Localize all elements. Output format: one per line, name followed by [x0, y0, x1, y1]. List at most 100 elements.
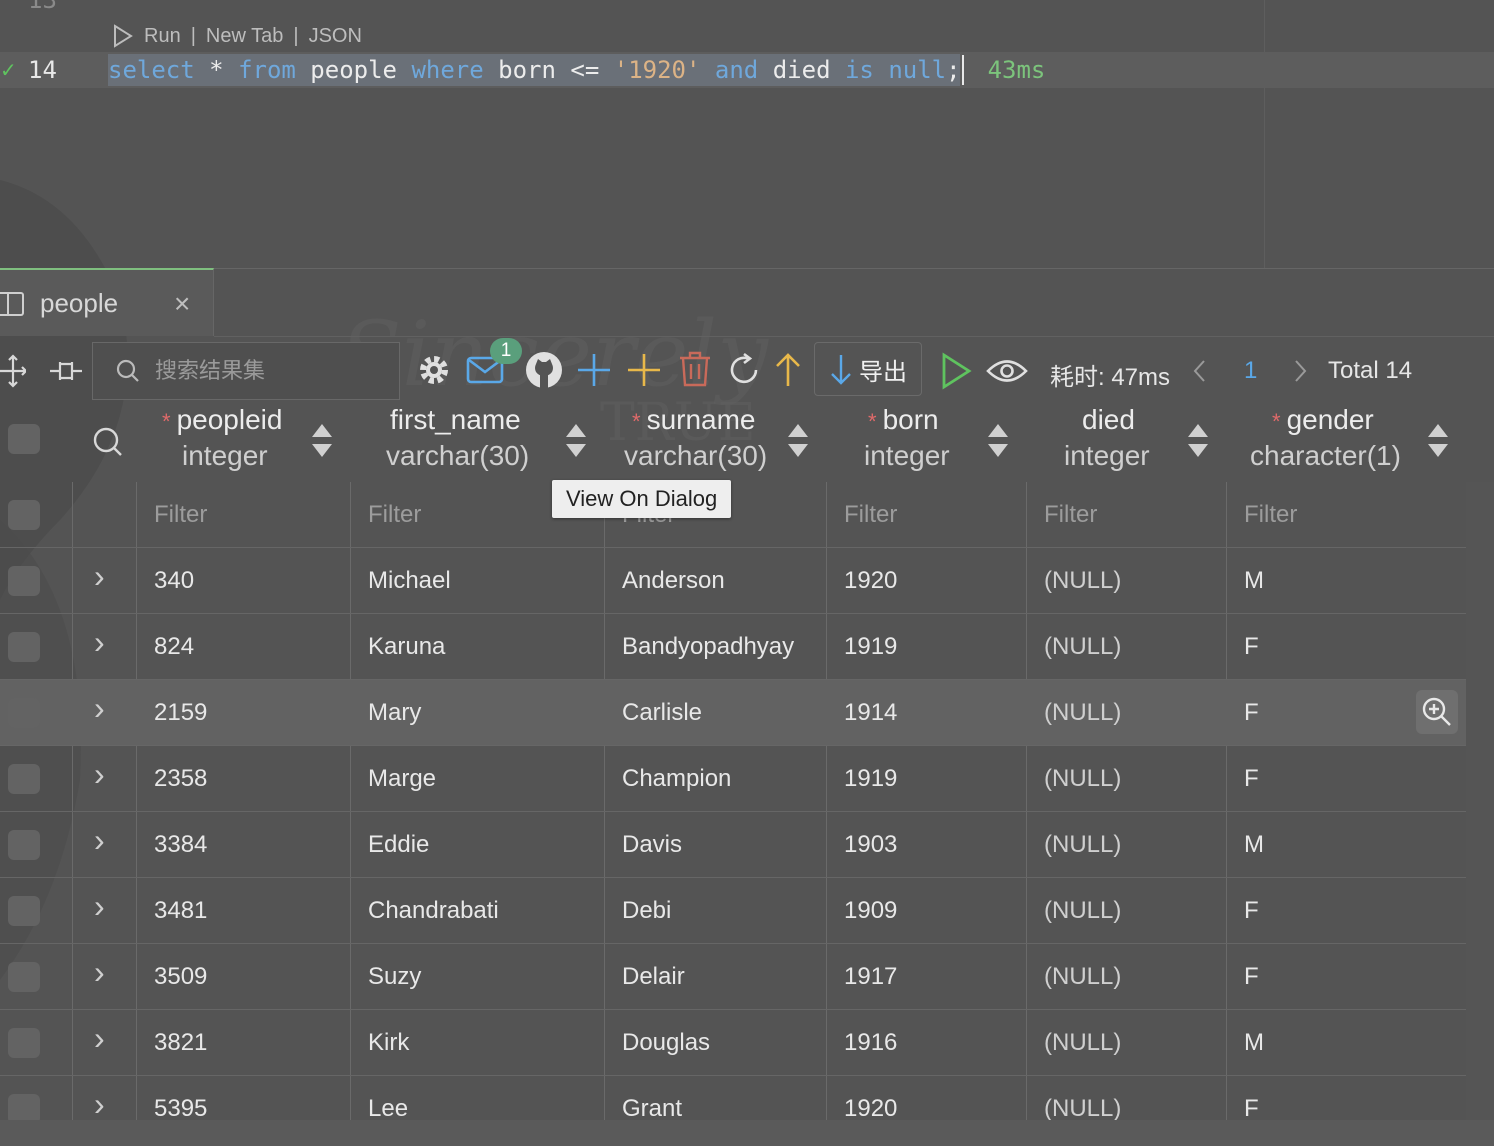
cell-surname[interactable]: Debi [622, 878, 671, 944]
cell-first-name[interactable]: Karuna [368, 614, 445, 680]
cell-born[interactable]: 1917 [844, 944, 897, 1010]
cell-peopleid[interactable]: 340 [154, 548, 194, 614]
result-tab-people[interactable]: people × [0, 268, 214, 336]
gear-icon[interactable] [416, 352, 452, 388]
cell-born[interactable]: 1919 [844, 746, 897, 812]
grid-scroll-area[interactable] [1466, 482, 1494, 1120]
cell-peopleid[interactable]: 3509 [154, 944, 207, 1010]
cell-gender[interactable]: F [1244, 878, 1259, 944]
cell-first-name[interactable]: Kirk [368, 1010, 409, 1076]
cell-peopleid[interactable]: 3384 [154, 812, 207, 878]
cell-died[interactable]: (NULL) [1044, 614, 1121, 680]
pin-icon[interactable] [48, 354, 84, 388]
cell-gender[interactable]: F [1244, 746, 1259, 812]
cell-born[interactable]: 1914 [844, 680, 897, 746]
row-checkbox[interactable] [8, 566, 40, 596]
prev-page-icon[interactable] [1190, 358, 1210, 384]
table-row[interactable]: › 824 Karuna Bandyopadhyay 1919 (NULL) F [0, 614, 1466, 680]
cell-peopleid[interactable]: 824 [154, 614, 194, 680]
table-row[interactable]: › 3509 Suzy Delair 1917 (NULL) F [0, 944, 1466, 1010]
cell-surname[interactable]: Delair [622, 944, 685, 1010]
cell-peopleid[interactable]: 2358 [154, 746, 207, 812]
chevron-right-icon[interactable]: › [94, 690, 105, 727]
cell-died[interactable]: (NULL) [1044, 548, 1121, 614]
table-row[interactable]: › 2358 Marge Champion 1919 (NULL) F [0, 746, 1466, 812]
cell-surname[interactable]: Grant [622, 1076, 682, 1120]
codelens-new-tab[interactable]: New Tab [206, 25, 283, 48]
filter-input-born[interactable]: Filter [844, 482, 1026, 548]
add-row-icon[interactable] [576, 352, 612, 388]
table-row[interactable]: › 2159 Mary Carlisle 1914 (NULL) F [0, 680, 1466, 746]
cell-gender[interactable]: M [1244, 812, 1264, 878]
chevron-right-icon[interactable]: › [94, 558, 105, 595]
row-checkbox[interactable] [8, 1094, 40, 1120]
chevron-right-icon[interactable]: › [94, 888, 105, 925]
cell-gender[interactable]: F [1244, 680, 1259, 746]
cell-gender[interactable]: M [1244, 1010, 1264, 1076]
column-header-gender[interactable]: * gender character(1) [0, 402, 1466, 482]
zoom-in-icon[interactable] [1416, 690, 1458, 734]
cell-died[interactable]: (NULL) [1044, 746, 1121, 812]
row-checkbox[interactable] [8, 698, 40, 728]
cell-died[interactable]: (NULL) [1044, 878, 1121, 944]
cell-first-name[interactable]: Eddie [368, 812, 429, 878]
table-row[interactable]: › 340 Michael Anderson 1920 (NULL) M [0, 548, 1466, 614]
execute-icon[interactable] [940, 352, 972, 390]
cell-gender[interactable]: F [1244, 1076, 1259, 1120]
cell-born[interactable]: 1916 [844, 1010, 897, 1076]
cell-first-name[interactable]: Marge [368, 746, 436, 812]
chevron-right-icon[interactable]: › [94, 756, 105, 793]
cell-died[interactable]: (NULL) [1044, 1076, 1121, 1120]
current-page[interactable]: 1 [1244, 357, 1257, 385]
panel-divider[interactable] [0, 268, 1494, 269]
cell-died[interactable]: (NULL) [1044, 944, 1121, 1010]
filter-input-gender[interactable]: Filter [1244, 482, 1466, 548]
sql-query-line[interactable]: select * from people where born <= '1920… [108, 54, 1045, 86]
cell-born[interactable]: 1920 [844, 548, 897, 614]
row-checkbox[interactable] [8, 830, 40, 860]
cell-surname[interactable]: Bandyopadhyay [622, 614, 794, 680]
chevron-right-icon[interactable]: › [94, 1020, 105, 1057]
cell-first-name[interactable]: Chandrabati [368, 878, 499, 944]
export-button[interactable]: 导出 [814, 342, 922, 396]
cell-surname[interactable]: Champion [622, 746, 731, 812]
cell-first-name[interactable]: Suzy [368, 944, 421, 1010]
row-checkbox[interactable] [8, 962, 40, 992]
upload-arrow-icon[interactable] [772, 352, 804, 388]
cell-died[interactable]: (NULL) [1044, 680, 1121, 746]
row-checkbox[interactable] [8, 764, 40, 794]
cell-born[interactable]: 1903 [844, 812, 897, 878]
refresh-icon[interactable] [726, 352, 762, 388]
codelens-json[interactable]: JSON [309, 25, 362, 48]
row-checkbox[interactable] [8, 896, 40, 926]
result-search[interactable] [92, 342, 400, 400]
codelens-run[interactable]: Run [144, 25, 181, 48]
table-row[interactable]: › 3821 Kirk Douglas 1916 (NULL) M [0, 1010, 1466, 1076]
cell-surname[interactable]: Douglas [622, 1010, 710, 1076]
sort-icon[interactable] [1426, 424, 1450, 460]
cell-peopleid[interactable]: 5395 [154, 1076, 207, 1120]
cell-peopleid[interactable]: 2159 [154, 680, 207, 746]
chevron-right-icon[interactable]: › [94, 1086, 105, 1120]
filter-input-peopleid[interactable]: Filter [154, 482, 350, 548]
close-icon[interactable]: × [174, 288, 190, 320]
table-row[interactable]: › 3481 Chandrabati Debi 1909 (NULL) F [0, 878, 1466, 944]
cell-gender[interactable]: F [1244, 944, 1259, 1010]
search-input[interactable] [153, 357, 377, 385]
move-icon[interactable] [0, 354, 26, 388]
cell-died[interactable]: (NULL) [1044, 812, 1121, 878]
delete-icon[interactable] [678, 350, 712, 388]
cell-surname[interactable]: Davis [622, 812, 682, 878]
chevron-right-icon[interactable]: › [94, 822, 105, 859]
run-icon[interactable] [112, 24, 134, 48]
cell-gender[interactable]: F [1244, 614, 1259, 680]
row-checkbox[interactable] [8, 632, 40, 662]
cell-peopleid[interactable]: 3481 [154, 878, 207, 944]
cell-first-name[interactable]: Lee [368, 1076, 408, 1120]
insert-icon[interactable] [626, 352, 662, 388]
cell-surname[interactable]: Anderson [622, 548, 725, 614]
table-row[interactable]: › 3384 Eddie Davis 1903 (NULL) M [0, 812, 1466, 878]
chevron-right-icon[interactable]: › [94, 954, 105, 991]
filter-input-died[interactable]: Filter [1044, 482, 1226, 548]
cell-died[interactable]: (NULL) [1044, 1010, 1121, 1076]
